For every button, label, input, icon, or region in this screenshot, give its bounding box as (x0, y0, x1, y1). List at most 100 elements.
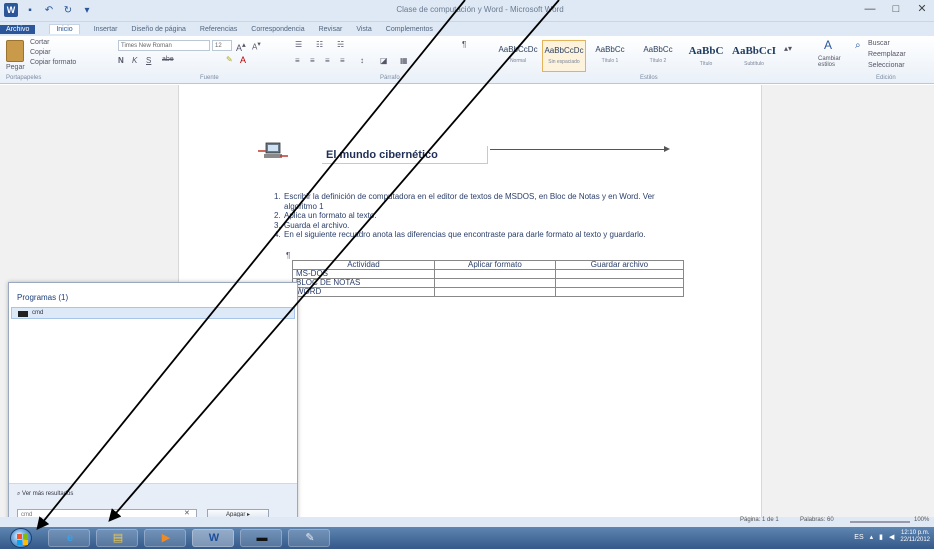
line-spacing-icon[interactable]: ↕ (360, 56, 364, 65)
numbering-icon[interactable]: ☷ (316, 40, 323, 49)
clear-search-icon[interactable]: ✕ (184, 509, 190, 517)
taskbar-ie-button[interactable]: e (48, 529, 90, 547)
bullets-icon[interactable]: ☰ (295, 40, 302, 49)
start-menu: Programas (1) cmd ⌕ Ver más resultados c… (8, 282, 298, 525)
style-no-spacing[interactable]: AaBbCcDc Sin espaciado (542, 40, 586, 72)
align-right-icon[interactable]: ≡ (325, 56, 330, 65)
language-indicator[interactable]: ES (854, 534, 863, 541)
style-subtitle[interactable]: AaBbCcI Subtítulo (732, 40, 776, 72)
paragraph-mark: ¶ (286, 251, 291, 260)
programs-section-header: Programas (1) (17, 293, 69, 302)
tab-addins[interactable]: Complementos (386, 26, 433, 33)
style-heading-1[interactable]: AaBbCc Título 1 (588, 40, 632, 72)
step-2: 2. Aplica un formato al texto. (274, 211, 377, 221)
network-icon[interactable]: ▮ (879, 533, 883, 541)
grow-font-icon[interactable]: A▴ (236, 40, 246, 53)
copy-button[interactable]: Copiar (30, 49, 51, 56)
status-words[interactable]: Palabras: 60 (800, 517, 834, 523)
save-icon[interactable]: ▪ (23, 3, 37, 17)
tab-file[interactable]: Archivo (0, 24, 36, 34)
document-title[interactable]: El mundo cibernético (326, 149, 438, 161)
font-name-select[interactable]: Times New Roman (118, 40, 210, 51)
system-tray: ES ▴ ▮ ◀ 12:10 p.m. 22/11/2012 (854, 530, 930, 544)
multilevel-list-icon[interactable]: ☵ (337, 40, 344, 49)
maximize-button[interactable]: □ (888, 2, 904, 16)
search-result-cmd[interactable]: cmd (11, 307, 295, 319)
font-size-select[interactable]: 12 (212, 40, 232, 51)
zoom-slider[interactable] (850, 521, 910, 523)
style-title[interactable]: AaBbC Título (684, 40, 728, 72)
style-normal[interactable]: AaBbCcDc Normal (496, 40, 540, 72)
tab-insert[interactable]: Insertar (94, 26, 118, 33)
change-styles-button[interactable]: Cambiar estilos (818, 56, 844, 68)
clock[interactable]: 12:10 p.m. 22/11/2012 (900, 530, 930, 544)
tab-references[interactable]: Referencias (200, 26, 237, 33)
document-steps[interactable]: 1. Escribir la definición de computadora… (274, 192, 684, 240)
table-cell[interactable] (554, 269, 685, 279)
table-cell[interactable] (433, 269, 556, 279)
taskbar-paint-button[interactable]: ✎ (288, 529, 330, 547)
cmd-taskbar-icon: ▬ (256, 532, 268, 544)
justify-icon[interactable]: ≡ (340, 56, 345, 65)
format-painter-button[interactable]: Copiar formato (30, 59, 76, 66)
zoom-level[interactable]: 100% (914, 517, 929, 523)
taskbar-media-button[interactable]: ▶ (144, 529, 186, 547)
shading-icon[interactable]: ◪ (380, 56, 388, 65)
windows-logo-icon (17, 534, 28, 545)
strikethrough-icon[interactable]: abe (162, 56, 174, 63)
table-cell[interactable] (433, 278, 556, 288)
table-header-row: Actividad Aplicar formato Guardar archiv… (292, 260, 685, 270)
step-3: 3. Guarda el archivo. (274, 220, 350, 230)
show-hidden-icons-icon[interactable]: ▴ (870, 533, 874, 541)
taskbar-explorer-button[interactable]: ▤ (96, 529, 138, 547)
bold-icon[interactable]: N (118, 56, 124, 65)
select-button[interactable]: Seleccionar (868, 62, 905, 69)
font-color-icon[interactable]: A (240, 55, 246, 65)
tab-review[interactable]: Revisar (319, 26, 343, 33)
highlight-icon[interactable]: ✎ (226, 55, 233, 64)
table-cell[interactable] (433, 287, 556, 297)
minimize-button[interactable]: — (862, 2, 878, 16)
borders-icon[interactable]: ▦ (400, 56, 408, 65)
undo-icon[interactable]: ↶ (42, 3, 56, 17)
taskbar-cmd-button[interactable]: ▬ (240, 529, 282, 547)
status-page[interactable]: Página: 1 de 1 (740, 517, 779, 523)
redo-icon[interactable]: ↻ (61, 3, 75, 17)
table-row: WORD (292, 287, 685, 297)
tab-view[interactable]: Vista (356, 26, 371, 33)
style-heading-2[interactable]: AaBbCc Título 2 (636, 40, 680, 72)
activities-table[interactable]: Actividad Aplicar formato Guardar archiv… (292, 260, 685, 297)
tab-home[interactable]: Inicio (49, 24, 80, 34)
paste-button[interactable]: Pegar (6, 64, 25, 71)
align-center-icon[interactable]: ≡ (310, 56, 315, 65)
customize-qat-icon[interactable]: ▾ (80, 3, 94, 17)
title-arrow-line (490, 149, 666, 150)
volume-icon[interactable]: ◀ (889, 533, 894, 541)
table-cell[interactable]: WORD (292, 287, 435, 297)
tab-mailings[interactable]: Correspondencia (251, 26, 304, 33)
cut-button[interactable]: Cortar (30, 39, 49, 46)
styles-scroll-icon[interactable]: ▴▾ (784, 44, 792, 53)
table-cell[interactable] (554, 278, 685, 288)
title-arrow-head (664, 146, 670, 152)
step-1: 1. Escribir la definición de computadora… (274, 192, 655, 211)
table-cell[interactable] (554, 287, 685, 297)
paste-icon[interactable] (6, 40, 24, 62)
see-more-results-link[interactable]: ⌕ Ver más resultados (17, 491, 73, 498)
align-left-icon[interactable]: ≡ (295, 56, 300, 65)
show-formatting-icon[interactable]: ¶ (462, 40, 466, 49)
group-label-clipboard: Portapapeles (6, 75, 42, 81)
start-button[interactable] (10, 528, 32, 548)
tab-page-layout[interactable]: Diseño de página (131, 26, 186, 33)
step-4: 4. En el siguiente recuadro anota las di… (274, 230, 646, 240)
taskbar-word-button[interactable]: W (192, 529, 234, 547)
replace-button[interactable]: Reemplazar (868, 51, 906, 58)
find-button[interactable]: Buscar (868, 40, 890, 47)
shrink-font-icon[interactable]: A▾ (252, 40, 261, 52)
close-button[interactable]: ✕ (914, 2, 930, 16)
ribbon-tabs: Archivo Inicio Insertar Diseño de página… (0, 22, 934, 36)
group-label-editing: Edición (876, 75, 896, 81)
underline-icon[interactable]: S (146, 56, 151, 65)
status-bar: Página: 1 de 1 Palabras: 60 100% (0, 517, 934, 527)
italic-icon[interactable]: K (132, 56, 137, 65)
